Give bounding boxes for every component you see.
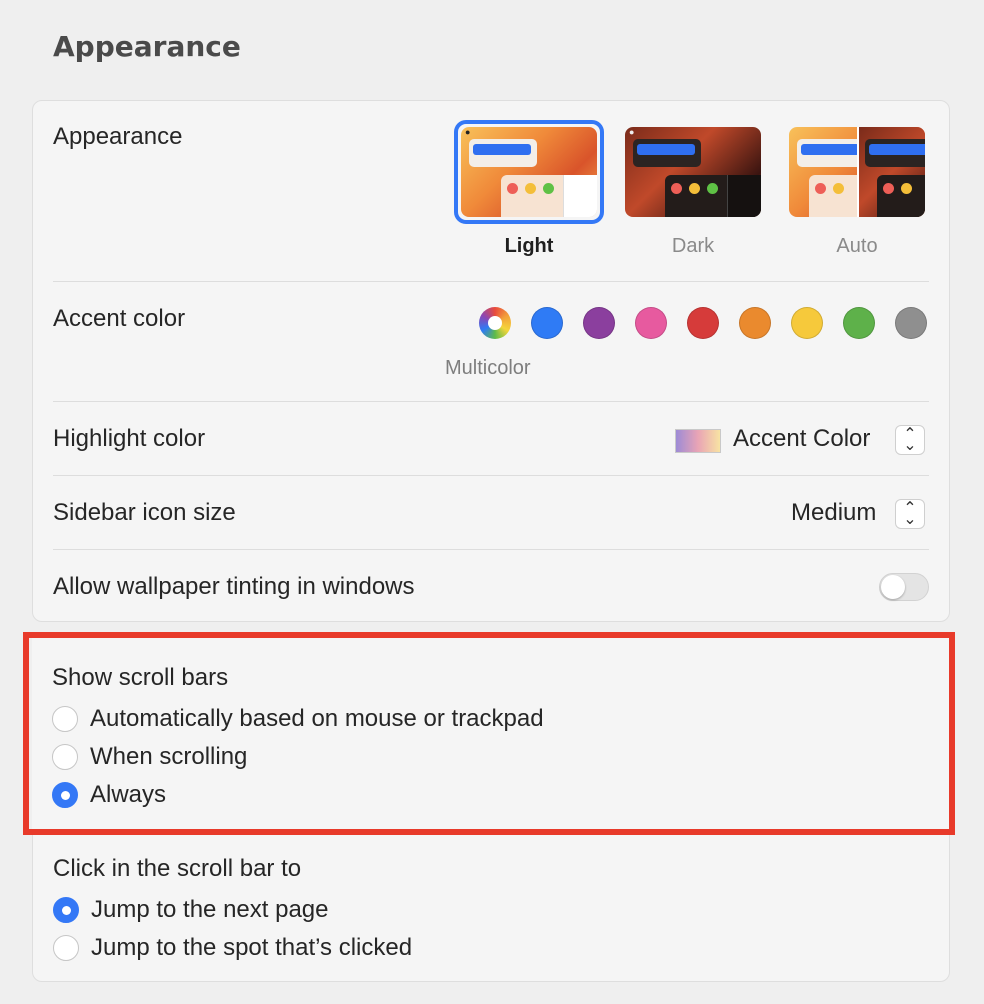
window-preview-icon (469, 139, 537, 167)
accent-purple-swatch[interactable] (583, 307, 615, 339)
scroll-click-label: Click in the scroll bar to (53, 855, 302, 882)
scroll-click-spot-option[interactable]: Jump to the spot that’s clicked (53, 933, 412, 963)
sidebar-icon-size-label: Sidebar icon size (53, 499, 236, 526)
appearance-light-thumbnail[interactable]: ● (461, 127, 597, 217)
chevron-updown-icon[interactable]: ⌃ ⌄ (895, 499, 925, 529)
accent-yellow-swatch[interactable] (791, 307, 823, 339)
chevron-updown-icon[interactable]: ⌃ ⌄ (895, 425, 925, 455)
page-title: Appearance (53, 30, 241, 63)
divider (53, 281, 929, 282)
appearance-dark-label: Dark (671, 235, 715, 257)
appearance-label: Appearance (53, 123, 183, 150)
radio-button-selected[interactable] (53, 897, 79, 923)
sidebar-icon-size-value[interactable]: Medium (791, 499, 876, 527)
highlight-color-label: Highlight color (53, 425, 206, 452)
apple-icon: ● (629, 127, 635, 137)
appearance-auto-thumbnail[interactable] (789, 127, 925, 217)
divider (53, 475, 929, 476)
accent-orange-swatch[interactable] (739, 307, 771, 339)
window-preview-icon (633, 139, 701, 167)
wallpaper-tinting-label: Allow wallpaper tinting in windows (53, 573, 415, 600)
accent-pink-swatch[interactable] (635, 307, 667, 339)
accent-red-swatch[interactable] (687, 307, 719, 339)
appearance-light-label: Light (504, 235, 554, 257)
accent-color-label: Accent color (53, 305, 186, 332)
window-preview-icon (501, 175, 597, 217)
appearance-auto-label: Auto (836, 235, 878, 257)
accent-multicolor-swatch[interactable] (479, 307, 511, 339)
wallpaper-tinting-toggle[interactable] (879, 573, 929, 601)
highlight-color-swatch (675, 429, 721, 453)
apple-icon: ● (465, 127, 471, 137)
radio-button[interactable] (53, 935, 79, 961)
scroll-click-next-page-option[interactable]: Jump to the next page (53, 895, 329, 925)
annotation-highlight-box (23, 632, 955, 835)
appearance-settings-group: Appearance ● ● Light Dark Auto Accent co… (32, 100, 950, 622)
highlight-color-value[interactable]: Accent Color (733, 425, 870, 453)
accent-blue-swatch[interactable] (531, 307, 563, 339)
appearance-dark-thumbnail[interactable]: ● (625, 127, 761, 217)
scroll-click-group: Click in the scroll bar to Jump to the n… (32, 832, 950, 982)
accent-graphite-swatch[interactable] (895, 307, 927, 339)
window-preview-icon (797, 139, 857, 167)
window-preview-icon (665, 175, 761, 217)
divider (53, 549, 929, 550)
accent-caption: Multicolor (445, 357, 531, 379)
window-preview-icon (809, 175, 857, 217)
divider (53, 401, 929, 402)
accent-green-swatch[interactable] (843, 307, 875, 339)
